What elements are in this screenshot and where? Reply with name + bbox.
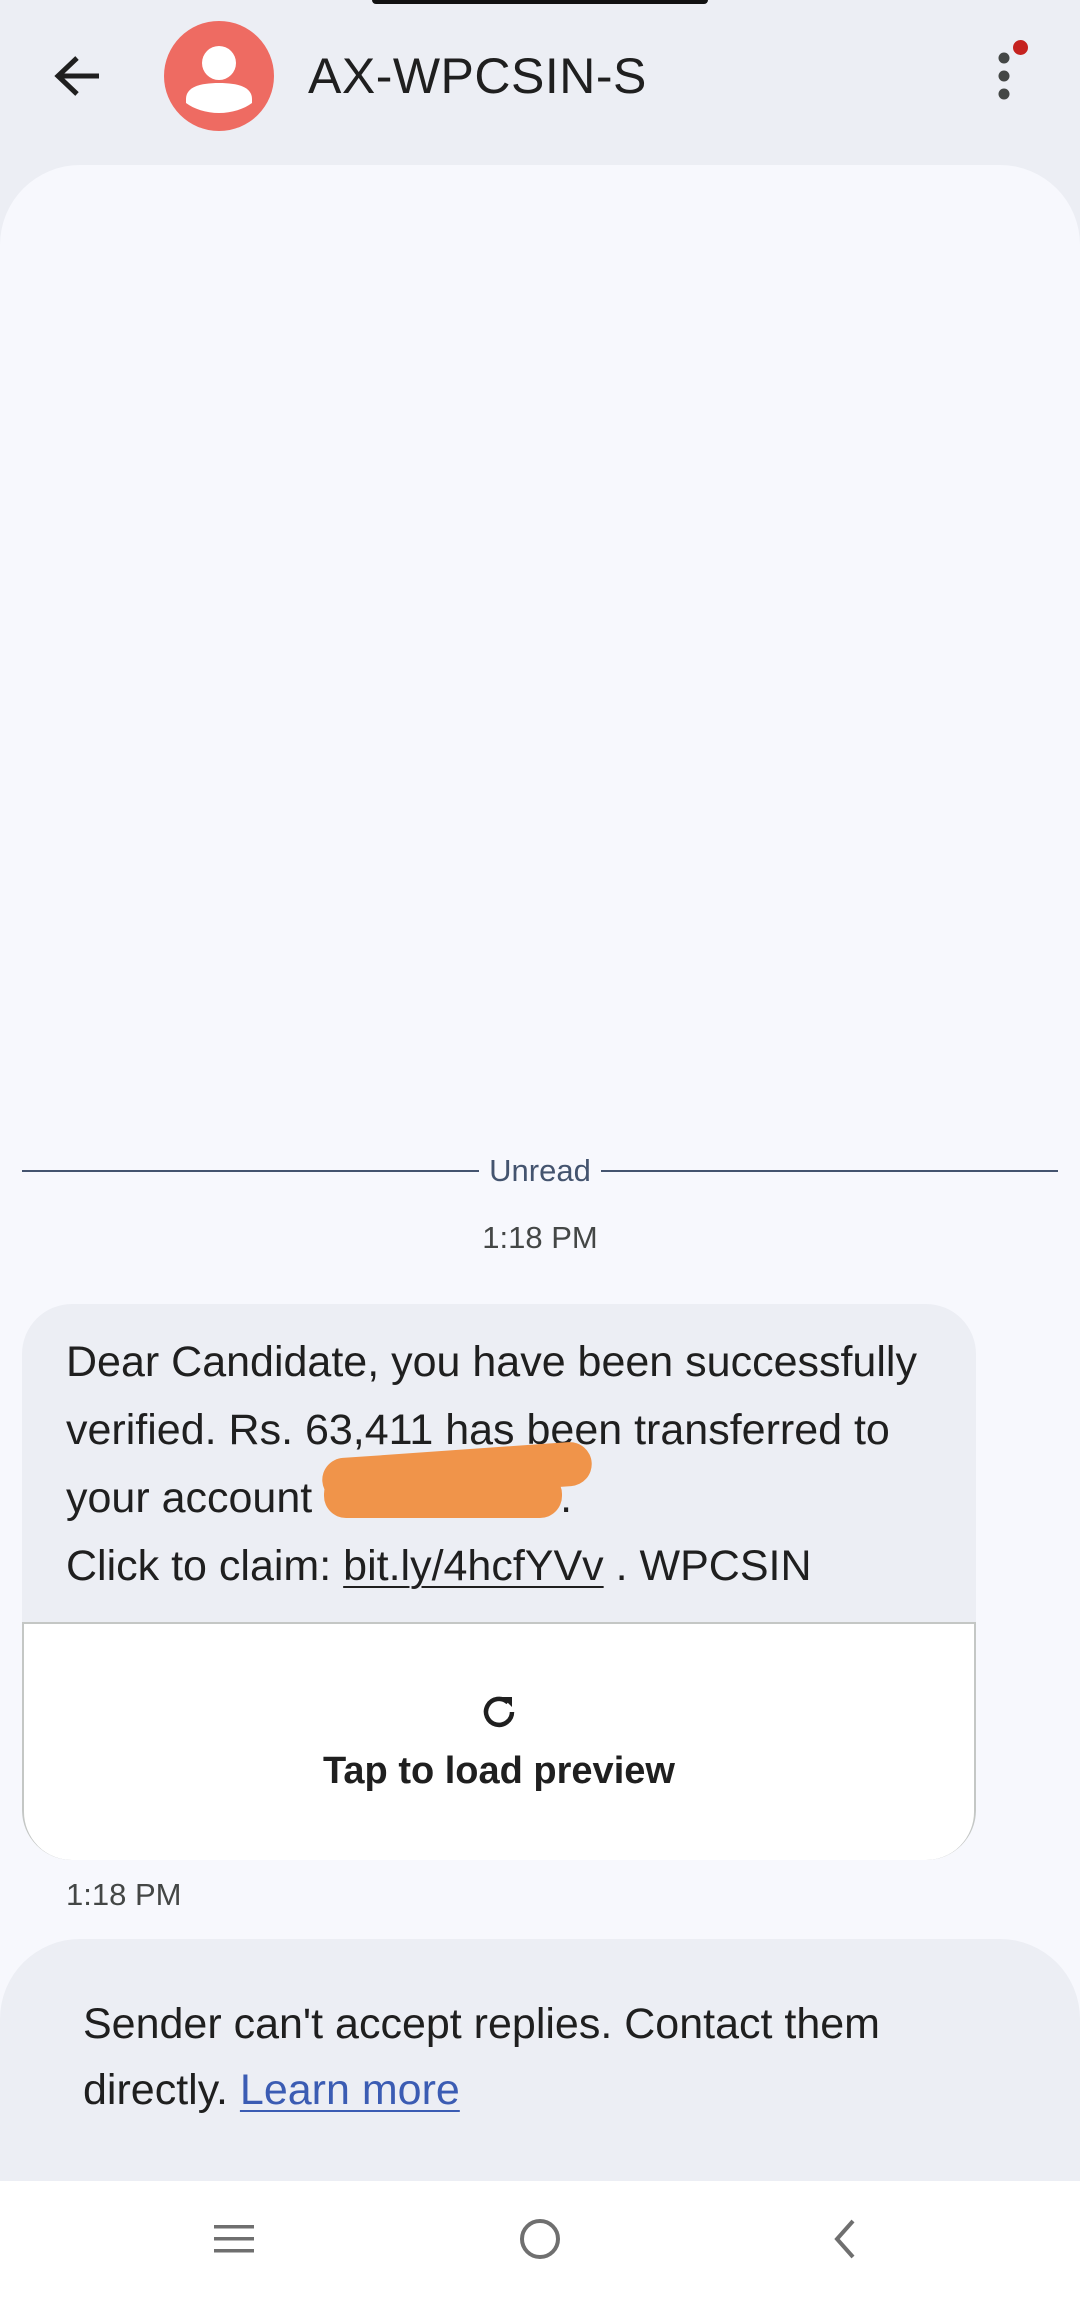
more-options-button[interactable] (966, 36, 1042, 116)
avatar[interactable] (164, 21, 274, 131)
unread-label: Unread (489, 1153, 591, 1188)
learn-more-link[interactable]: Learn more (240, 2066, 460, 2114)
claim-prefix: Click to claim: (66, 1542, 344, 1590)
divider-line-left (22, 1170, 480, 1172)
notice-message: Sender can't accept replies. Contact the… (83, 2000, 880, 2114)
link-preview-card[interactable]: Tap to load preview (22, 1622, 976, 1860)
person-icon (186, 46, 252, 113)
system-nav-bar (0, 2181, 1080, 2298)
contact-name[interactable]: AX-WPCSIN-S (308, 44, 647, 108)
divider-line-right (600, 1170, 1058, 1172)
home-icon (520, 2219, 560, 2259)
reply-disabled-notice: Sender can't accept replies. Contact the… (0, 1939, 1080, 2181)
claim-suffix: . WPCSIN (603, 1542, 812, 1590)
unread-divider: Unread (22, 1153, 1058, 1189)
message-bubble[interactable]: Dear Candidate, you have been successful… (22, 1304, 976, 1860)
recents-button[interactable] (184, 2199, 284, 2279)
load-preview-label: Tap to load preview (323, 1750, 675, 1792)
nav-back-button[interactable] (794, 2199, 894, 2279)
app-bar: AX-WPCSIN-S (0, 0, 1080, 160)
message-text[interactable]: Dear Candidate, you have been successful… (66, 1328, 946, 1600)
home-button[interactable] (490, 2199, 590, 2279)
redacted-account-number (324, 1472, 563, 1518)
notice-text: Sender can't accept replies. Contact the… (83, 1991, 983, 2123)
message-link[interactable]: bit.ly/4hcfYVv (343, 1542, 604, 1590)
notification-badge (1013, 40, 1028, 55)
message-date-header: 1:18 PM (482, 1220, 598, 1255)
more-vert-icon (998, 52, 1010, 100)
back-button[interactable] (40, 38, 116, 114)
nav-back-icon (834, 2219, 855, 2259)
refresh-icon (483, 1696, 515, 1728)
message-timestamp: 1:18 PM (66, 1877, 182, 1912)
recents-icon (214, 2225, 254, 2253)
messages-screen: AX-WPCSIN-S Unread 1:18 PM Dear Candidat… (0, 0, 1080, 2298)
arrow-left-icon (54, 56, 99, 96)
